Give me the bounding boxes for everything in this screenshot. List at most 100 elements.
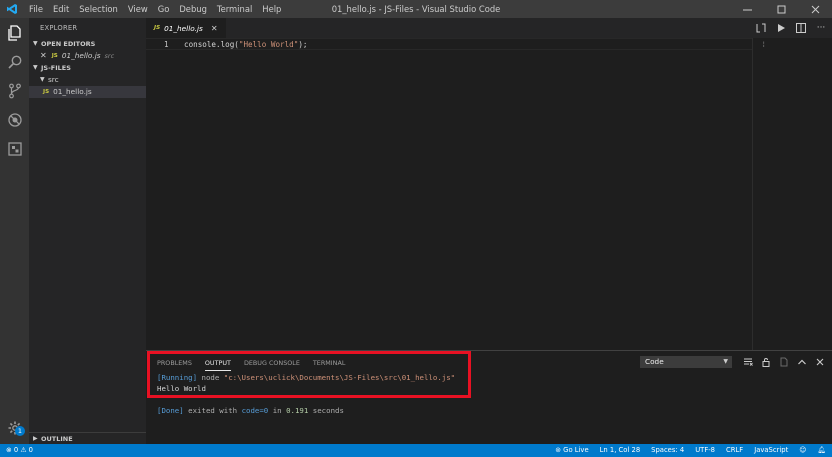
code-end: ); [298, 40, 308, 49]
indentation[interactable]: Spaces: 4 [651, 444, 684, 457]
error-icon: ⊗ [6, 446, 12, 454]
done-text-2: in [268, 406, 287, 415]
open-editor-item[interactable]: ✕ JS 01_hello.js src [29, 50, 146, 62]
tab-01-hello-js[interactable]: JS 01_hello.js ✕ [146, 18, 226, 38]
close-window-button[interactable] [798, 0, 832, 18]
menu-edit[interactable]: Edit [48, 0, 74, 18]
end-of-line[interactable]: CRLF [726, 444, 743, 457]
activity-settings[interactable]: 1 [0, 413, 29, 442]
bell-icon: 🔔︎ [817, 446, 826, 454]
menu-go[interactable]: Go [153, 0, 175, 18]
smiley-icon: ☺ [799, 446, 807, 454]
tab-debug-console[interactable]: DEBUG CONSOLE [244, 359, 300, 371]
editor-actions: ··· [756, 18, 826, 38]
warning-icon: ⚠ [20, 446, 27, 454]
exit-code: code=0 [241, 406, 269, 415]
menu-selection[interactable]: Selection [74, 0, 123, 18]
panel-tabs: PROBLEMS OUTPUT DEBUG CONSOLE TERMINAL [157, 359, 345, 371]
project-label: JS-FILES [41, 64, 71, 72]
outline-header[interactable]: ▶ OUTLINE [29, 432, 146, 444]
file-icon [780, 357, 787, 366]
code-string: "Hello World" [238, 40, 299, 49]
folder-src[interactable]: ▼ src [29, 74, 146, 86]
close-icon [816, 358, 823, 365]
explorer-sidebar: EXPLORER ▼ OPEN EDITORS ✕ JS 01_hello.js… [29, 18, 146, 444]
settings-button[interactable]: 1 [0, 413, 29, 442]
debug-icon [7, 112, 22, 127]
activity-extensions[interactable] [0, 134, 29, 163]
activity-explorer[interactable] [0, 18, 29, 47]
menu-terminal[interactable]: Terminal [212, 0, 257, 18]
go-live-label: Go Live [563, 446, 589, 454]
done-text-1: exited with [183, 406, 242, 415]
problems-status[interactable]: ⊗ 0 ⚠ 0 [6, 444, 33, 457]
open-changes-button[interactable] [756, 23, 766, 33]
minimap-divider [752, 38, 753, 350]
tab-problems[interactable]: PROBLEMS [157, 359, 192, 371]
extensions-icon [7, 141, 22, 156]
open-editors-label: OPEN EDITORS [41, 40, 96, 48]
open-editors-header[interactable]: ▼ OPEN EDITORS [29, 38, 146, 50]
js-file-icon: JS [43, 89, 50, 95]
done-text-3: seconds [308, 406, 344, 415]
notifications-button[interactable]: 🔔︎ [817, 444, 826, 457]
close-tab-icon[interactable]: ✕ [211, 24, 218, 33]
go-live-button[interactable]: ⊚ Go Live [555, 444, 588, 457]
run-code-button[interactable] [776, 23, 786, 33]
files-icon [7, 24, 21, 41]
menu-debug[interactable]: Debug [174, 0, 212, 18]
panel-actions [742, 356, 825, 367]
activity-search[interactable] [0, 47, 29, 76]
done-tag: [Done] [157, 406, 184, 415]
clear-output-button[interactable] [742, 356, 753, 367]
running-tag: [Running] [157, 373, 198, 382]
compare-icon [756, 23, 766, 33]
folder-name: src [48, 75, 59, 84]
output-channel-select[interactable]: Code ▼ [640, 356, 732, 368]
line-number: 1 [164, 40, 169, 49]
js-file-icon: JS [51, 53, 58, 59]
chevron-down-icon: ▼ [33, 40, 38, 47]
status-left: ⊗ 0 ⚠ 0 [6, 444, 33, 457]
editor-tab-bar: JS 01_hello.js ✕ ··· [146, 18, 832, 38]
output-result-line: Hello World [157, 384, 206, 393]
bottom-panel: PROBLEMS OUTPUT DEBUG CONSOLE TERMINAL C… [146, 350, 832, 444]
close-editor-icon[interactable]: ✕ [40, 50, 47, 62]
ellipsis-icon: ··· [816, 23, 826, 33]
menu-help[interactable]: Help [257, 0, 286, 18]
status-bar: ⊗ 0 ⚠ 0 ⊚ Go Live Ln 1, Col 28 Spaces: 4… [0, 444, 832, 457]
tab-terminal[interactable]: TERMINAL [313, 359, 346, 371]
tab-output[interactable]: OUTPUT [204, 359, 231, 371]
open-log-button[interactable] [778, 356, 789, 367]
encoding[interactable]: UTF-8 [695, 444, 715, 457]
project-header[interactable]: ▼ JS-FILES [29, 62, 146, 74]
sidebar-title: EXPLORER [40, 24, 78, 32]
language-mode[interactable]: JavaScript [754, 444, 788, 457]
menu-view[interactable]: View [123, 0, 153, 18]
lock-scroll-button[interactable] [760, 356, 771, 367]
code-editor[interactable]: 1 console.log("Hello World"); ¦ [146, 38, 832, 350]
file-item[interactable]: JS 01_hello.js [29, 86, 146, 98]
split-editor-button[interactable] [796, 23, 806, 33]
activity-debug[interactable] [0, 105, 29, 134]
menu-file[interactable]: File [24, 0, 48, 18]
js-file-icon: JS [154, 25, 161, 31]
output-running-line: [Running] node "c:\Users\uclick\Document… [157, 373, 455, 383]
settings-badge: 1 [15, 426, 25, 436]
elapsed-time: 0.191 [286, 406, 309, 415]
feedback-button[interactable]: ☺ [799, 444, 806, 457]
vscode-logo-icon[interactable] [0, 0, 24, 18]
activity-source-control[interactable] [0, 76, 29, 105]
maximize-button[interactable] [764, 0, 798, 18]
tab-label: 01_hello.js [164, 23, 203, 33]
minimize-button[interactable] [730, 0, 764, 18]
split-icon [796, 23, 806, 33]
more-actions-button[interactable]: ··· [816, 23, 826, 33]
chevron-down-icon: ▼ [33, 64, 38, 71]
output-channel-value: Code [645, 357, 664, 366]
cursor-position[interactable]: Ln 1, Col 28 [600, 444, 641, 457]
close-panel-button[interactable] [814, 356, 825, 367]
source-control-icon [8, 83, 21, 98]
maximize-panel-button[interactable] [796, 356, 807, 367]
code-call: console.log( [184, 40, 239, 49]
